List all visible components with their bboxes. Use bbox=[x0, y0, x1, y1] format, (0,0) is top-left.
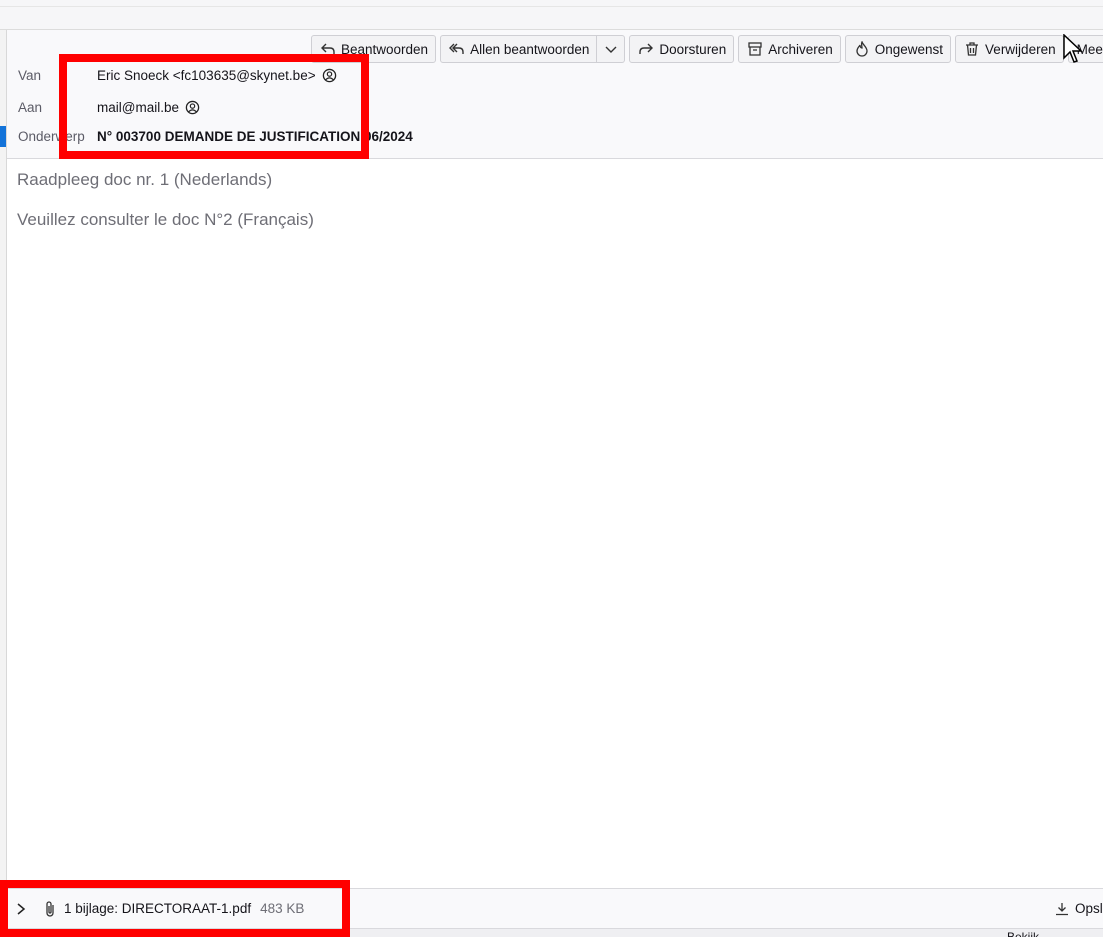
folder-pane-edge bbox=[0, 30, 7, 937]
reply-label: Beantwoorden bbox=[341, 41, 429, 57]
chevron-right-icon[interactable] bbox=[14, 902, 28, 916]
archive-label: Archiveren bbox=[768, 41, 833, 57]
window-top-strip bbox=[0, 0, 1103, 30]
reply-all-label: Allen beantwoorden bbox=[470, 41, 590, 57]
subject-label: Onderwerp bbox=[18, 129, 85, 144]
message-header: Beantwoorden Allen beantwoorden Doorstur… bbox=[7, 30, 1103, 159]
flame-icon bbox=[856, 41, 868, 57]
subject-value: N° 003700 DEMANDE DE JUSTIFICATION 06/20… bbox=[97, 129, 413, 144]
from-value[interactable]: Eric Snoeck <fc103635@skynet.be> bbox=[97, 68, 316, 83]
delete-button[interactable]: Verwijderen bbox=[955, 35, 1064, 63]
reply-all-icon bbox=[449, 43, 464, 54]
to-value[interactable]: mail@mail.be bbox=[97, 100, 179, 115]
status-bar bbox=[7, 928, 1103, 937]
reply-icon bbox=[321, 43, 335, 54]
reply-all-button[interactable]: Allen beantwoorden bbox=[440, 35, 598, 63]
trash-icon bbox=[966, 42, 979, 56]
message-toolbar: Beantwoorden Allen beantwoorden Doorstur… bbox=[311, 35, 1103, 65]
to-label: Aan bbox=[18, 100, 43, 115]
forward-button[interactable]: Doorsturen bbox=[629, 35, 735, 63]
contact-icon[interactable] bbox=[322, 68, 337, 83]
attachment-size: 483 KB bbox=[260, 901, 305, 916]
attachment-bar[interactable]: 1 bijlage: DIRECTORAAT-1.pdf 483 KB Opsl… bbox=[7, 888, 1103, 928]
reply-all-split: Allen beantwoorden bbox=[440, 35, 626, 65]
to-value-wrap: mail@mail.be bbox=[97, 100, 200, 115]
delete-label: Verwijderen bbox=[985, 41, 1056, 57]
reply-all-dropdown[interactable] bbox=[597, 35, 626, 63]
archive-button[interactable]: Archiveren bbox=[738, 35, 841, 63]
mouse-cursor-icon bbox=[1063, 34, 1083, 63]
reply-button[interactable]: Beantwoorden bbox=[311, 35, 437, 63]
message-body: Raadpleeg doc nr. 1 (Nederlands) Veuille… bbox=[17, 170, 314, 250]
junk-button[interactable]: Ongewenst bbox=[844, 35, 952, 63]
chevron-down-icon bbox=[605, 46, 617, 53]
forward-label: Doorsturen bbox=[659, 41, 727, 57]
download-icon bbox=[1056, 902, 1068, 915]
contact-icon[interactable] bbox=[185, 100, 200, 115]
save-attachment-button[interactable]: Opslaan bbox=[1055, 901, 1103, 916]
from-label: Van bbox=[18, 68, 42, 83]
archive-icon bbox=[748, 42, 762, 56]
forward-icon bbox=[639, 43, 654, 54]
from-row: Van Eric Snoeck <fc103635@skynet.be> bbox=[18, 68, 337, 83]
junk-label: Ongewenst bbox=[874, 41, 944, 57]
attachment-label[interactable]: 1 bijlage: DIRECTORAAT-1.pdf bbox=[64, 901, 251, 916]
body-line-french: Veuillez consulter le doc N°2 (Français) bbox=[17, 210, 314, 229]
to-row: Aan mail@mail.be bbox=[18, 100, 200, 115]
save-label: Opslaan bbox=[1075, 901, 1103, 916]
status-bar-button[interactable]: Bekijk bbox=[1007, 930, 1103, 937]
subject-row: Onderwerp N° 003700 DEMANDE DE JUSTIFICA… bbox=[18, 129, 413, 144]
from-value-wrap: Eric Snoeck <fc103635@skynet.be> bbox=[97, 68, 337, 83]
paperclip-icon bbox=[46, 900, 54, 917]
body-line-dutch: Raadpleeg doc nr. 1 (Nederlands) bbox=[17, 170, 273, 189]
selected-message-indicator bbox=[0, 126, 6, 147]
